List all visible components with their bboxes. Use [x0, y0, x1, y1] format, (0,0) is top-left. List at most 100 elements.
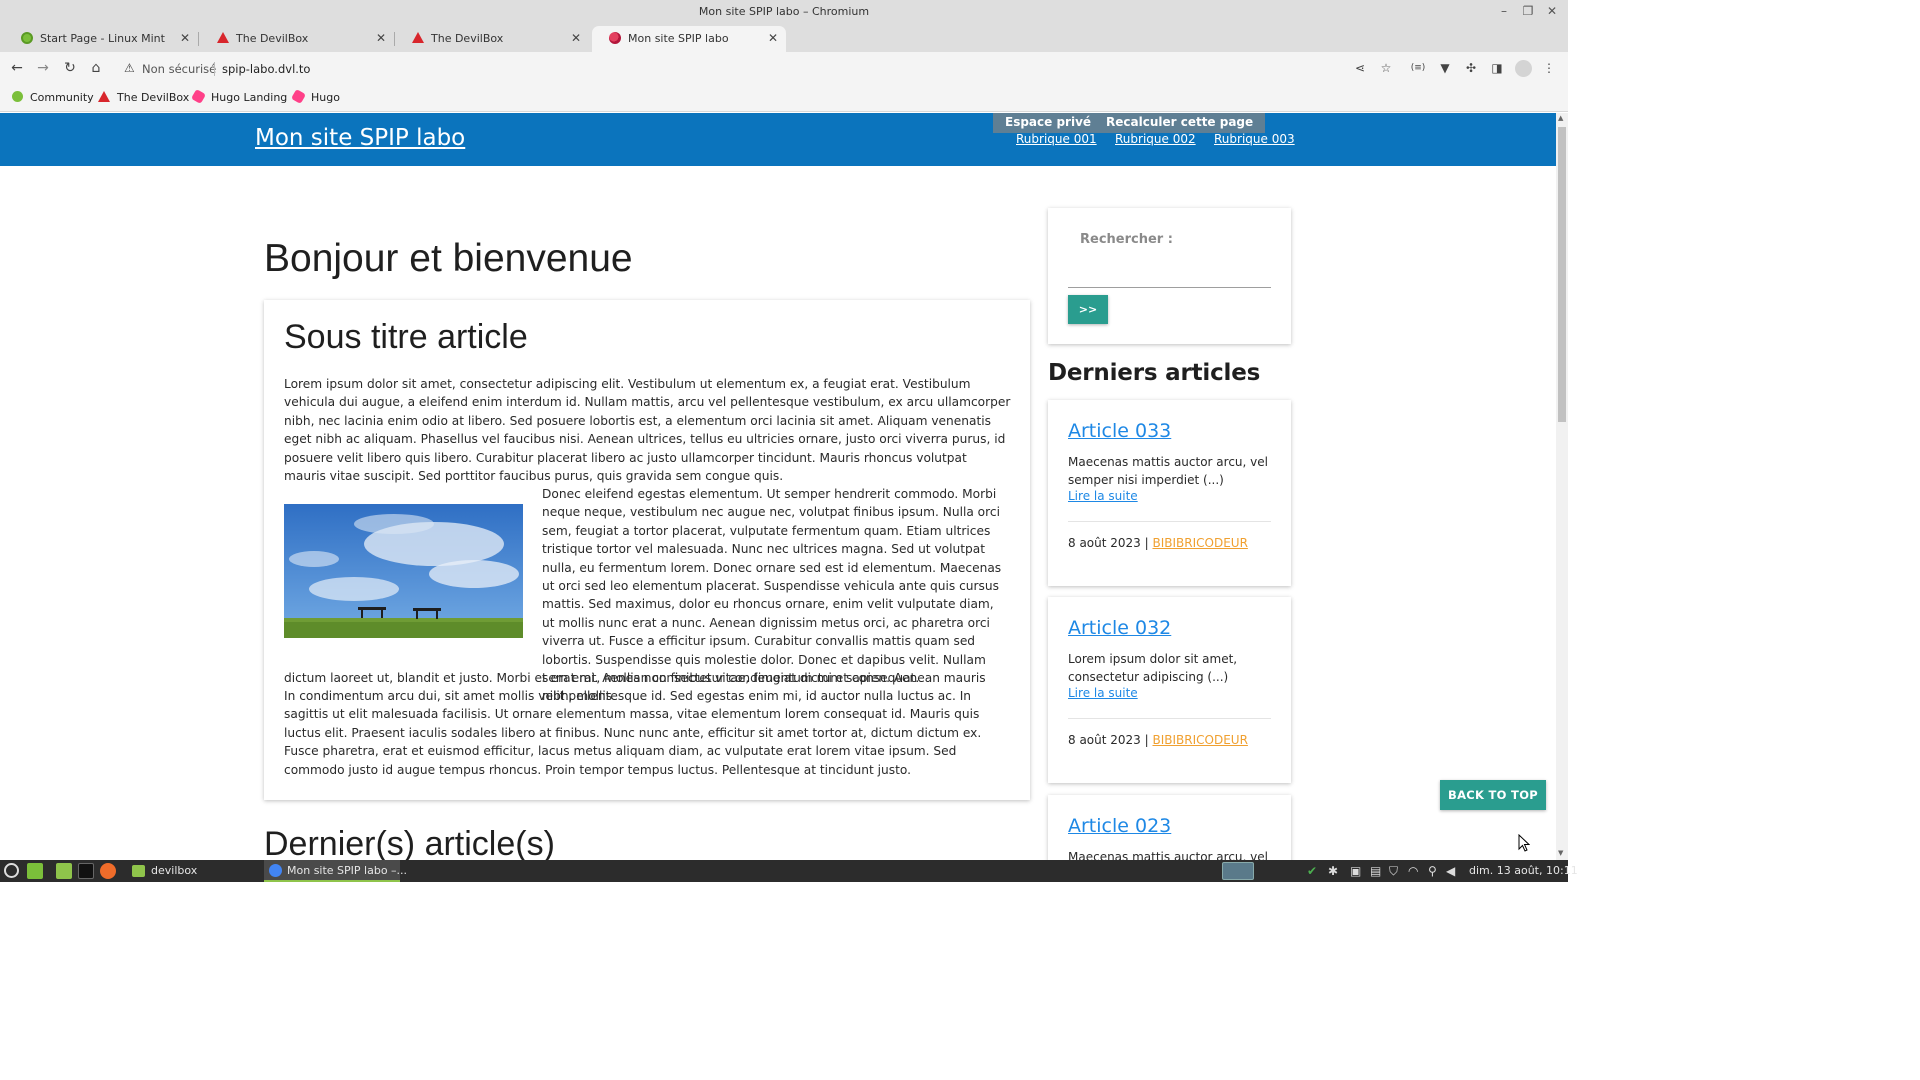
extension-filter-icon[interactable]: ▼: [1437, 61, 1453, 75]
linux-mint-icon: [12, 91, 23, 102]
shield-icon[interactable]: ⛉: [1389, 864, 1398, 879]
bookmark-hugo-landing[interactable]: Hugo Landing: [190, 88, 287, 105]
file-manager-icon[interactable]: [56, 863, 72, 879]
tab-strip: Start Page - Linux Mint ✕ The DevilBox ✕…: [0, 26, 1568, 75]
scrollbar-thumb[interactable]: [1558, 127, 1566, 422]
site-header: Mon site SPIP labo Espace privé Recalcul…: [0, 113, 1556, 166]
devilbox-icon: [98, 91, 110, 102]
back-to-top-button[interactable]: BACK TO TOP: [1440, 780, 1546, 810]
update-ok-icon[interactable]: ✔: [1307, 864, 1317, 878]
section-title: Dernier(s) article(s): [264, 825, 555, 860]
window-titlebar: Mon site SPIP labo – Chromium – ❐ ✕: [0, 0, 1568, 26]
side-panel-icon[interactable]: ◨: [1489, 61, 1505, 75]
taskbar-window-label: Mon site SPIP labo –...: [287, 864, 408, 877]
meta-separator: |: [1140, 733, 1153, 747]
bookmarks-bar: Community The DevilBox Hugo Landing Hugo: [0, 86, 1568, 112]
back-icon[interactable]: ←: [8, 60, 26, 76]
clipboard-icon[interactable]: ▣: [1350, 864, 1361, 878]
bookmark-hugo[interactable]: Hugo: [290, 88, 340, 105]
card-divider: [1068, 521, 1271, 522]
minimize-icon[interactable]: –: [1497, 4, 1511, 18]
share-icon[interactable]: ⋖: [1352, 61, 1368, 75]
bluetooth-icon[interactable]: ✱: [1328, 864, 1338, 878]
article-date: 8 août 2023: [1068, 536, 1141, 550]
bookmark-star-icon[interactable]: ☆: [1378, 61, 1394, 75]
workspace-switcher[interactable]: [1222, 862, 1254, 880]
chromium-icon: [269, 864, 282, 877]
tab-devilbox-2[interactable]: The DevilBox ✕: [395, 26, 589, 52]
extension-icon[interactable]: (≡): [1410, 63, 1426, 73]
tab-close-icon[interactable]: ✕: [571, 31, 581, 45]
bookmark-community[interactable]: Community: [12, 91, 94, 104]
taskbar-folder-window[interactable]: devilbox: [151, 864, 197, 877]
scroll-down-icon[interactable]: ▼: [1558, 849, 1563, 857]
article-title-link[interactable]: Article 023: [1068, 815, 1171, 837]
warning-icon[interactable]: ⚠: [124, 61, 135, 75]
forward-icon[interactable]: →: [34, 60, 52, 76]
home-icon[interactable]: ⌂: [87, 60, 105, 76]
article-excerpt: Maecenas mattis auctor arcu, vel semper …: [1068, 455, 1268, 487]
security-status[interactable]: Non sécurisé: [142, 62, 216, 76]
author-link[interactable]: BIBIBRICODEUR: [1152, 536, 1247, 550]
read-more-link[interactable]: Lire la suite: [1068, 489, 1138, 503]
hugo-icon: [290, 88, 307, 105]
maximize-icon[interactable]: ❐: [1521, 4, 1535, 18]
read-more-link[interactable]: Lire la suite: [1068, 686, 1138, 700]
show-desktop-icon[interactable]: [27, 863, 43, 879]
extensions-puzzle-icon[interactable]: ✣: [1463, 61, 1479, 75]
article-paragraph: dictum laoreet ut, blandit et justo. Mor…: [284, 671, 920, 685]
site-title-link[interactable]: Mon site SPIP labo: [255, 125, 465, 151]
espace-prive-button[interactable]: Espace privé: [993, 113, 1104, 133]
author-link[interactable]: BIBIBRICODEUR: [1152, 733, 1247, 747]
tab-close-icon[interactable]: ✕: [376, 31, 386, 45]
window-title: Mon site SPIP labo – Chromium: [698, 5, 870, 18]
tab-devilbox-1[interactable]: The DevilBox ✕: [200, 26, 395, 52]
profile-avatar-icon[interactable]: [1515, 60, 1532, 77]
tab-label: Mon site SPIP labo: [628, 32, 729, 45]
tab-label: The DevilBox: [236, 32, 309, 45]
taskbar-active-window[interactable]: Mon site SPIP labo –...: [264, 860, 407, 882]
url-text[interactable]: spip-labo.dvl.to: [222, 62, 310, 76]
recalculer-button[interactable]: Recalculer cette page: [1094, 113, 1266, 133]
terminal-icon[interactable]: [78, 863, 94, 879]
bookmark-label: Community: [30, 91, 94, 104]
search-input[interactable]: [1068, 260, 1271, 288]
reload-icon[interactable]: ↻: [61, 60, 79, 76]
menu-kebab-icon[interactable]: ⋮: [1541, 61, 1557, 75]
article-excerpt: Maecenas mattis auctor arcu, vel: [1068, 850, 1268, 860]
article-image: [284, 504, 523, 638]
system-taskbar: devilbox Mon site SPIP labo –... ✔ ✱ ▣ ▤…: [0, 860, 1578, 882]
tab-close-icon[interactable]: ✕: [180, 31, 190, 45]
search-submit-button[interactable]: >>: [1068, 295, 1108, 324]
bookmark-devilbox[interactable]: The DevilBox: [98, 91, 189, 104]
card-divider: [1068, 718, 1271, 719]
article-meta: 8 août 2023 | BIBIBRICODEUR: [1068, 733, 1248, 747]
nav-rubrique-001[interactable]: Rubrique 001: [1016, 132, 1097, 146]
notes-icon[interactable]: ▤: [1370, 864, 1381, 878]
wifi-icon[interactable]: ◠: [1408, 864, 1418, 878]
tab-start-page[interactable]: Start Page - Linux Mint ✕: [4, 26, 199, 52]
taskbar-clock[interactable]: dim. 13 août, 10:11: [1469, 864, 1578, 877]
address-bar[interactable]: ⚠ Non sécurisé spip-labo.dvl.to: [114, 56, 1404, 82]
page-title: Bonjour et bienvenue: [264, 237, 633, 280]
firefox-icon[interactable]: [100, 863, 116, 879]
mint-menu-icon[interactable]: [4, 863, 19, 878]
nav-rubrique-002[interactable]: Rubrique 002: [1115, 132, 1196, 146]
article-date: 8 août 2023: [1068, 733, 1141, 747]
article-excerpt: Lorem ipsum dolor sit amet, consectetur …: [1068, 652, 1238, 684]
folder-icon: [132, 865, 145, 877]
scroll-up-icon[interactable]: ▲: [1558, 114, 1563, 122]
page-scrollbar[interactable]: ▲ ▼: [1556, 113, 1568, 860]
bookmark-label: Hugo: [311, 91, 340, 104]
volume-icon[interactable]: ◀: [1446, 864, 1455, 878]
article-summary-card: Article 032 Lorem ipsum dolor sit amet, …: [1048, 597, 1291, 783]
tab-spip-labo[interactable]: Mon site SPIP labo ✕: [592, 26, 786, 52]
article-title-link[interactable]: Article 033: [1068, 420, 1171, 442]
nav-rubrique-003[interactable]: Rubrique 003: [1214, 132, 1295, 146]
article-title-link[interactable]: Article 032: [1068, 617, 1171, 639]
search-card: Rechercher : >>: [1048, 208, 1291, 344]
tab-close-icon[interactable]: ✕: [768, 31, 778, 45]
devilbox-icon: [412, 32, 424, 43]
location-icon[interactable]: ⚲: [1428, 864, 1437, 878]
close-window-icon[interactable]: ✕: [1545, 4, 1559, 18]
